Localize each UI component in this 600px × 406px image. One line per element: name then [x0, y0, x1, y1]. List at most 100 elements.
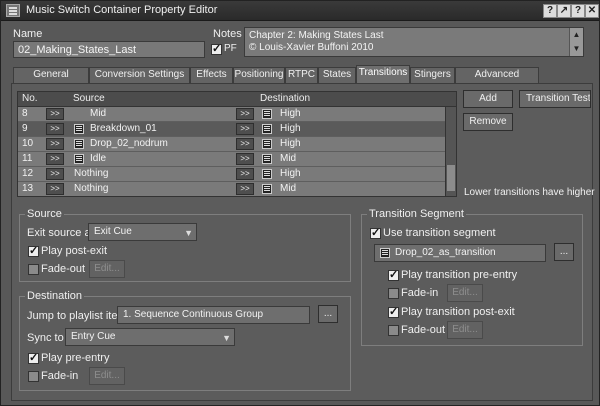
segment-fade-in-checkbox[interactable] — [388, 288, 399, 299]
transition-pre-entry-checkbox[interactable] — [388, 268, 399, 281]
title-bar[interactable]: Music Switch Container Property Editor ?… — [1, 1, 599, 21]
row-source: Nothing — [74, 183, 109, 194]
scroll-up-icon[interactable]: ▲ — [570, 28, 583, 42]
col-no-header[interactable]: No. — [22, 93, 38, 104]
tab-general-settings[interactable]: General Settings — [13, 67, 89, 94]
row-source: Nothing — [74, 168, 109, 179]
state-icon — [262, 109, 272, 119]
chevron-down-icon: ▼ — [222, 333, 231, 343]
transition-list-scrollbar[interactable] — [445, 107, 456, 196]
fade-in-label: Fade-in — [41, 370, 79, 382]
segment-fade-out-edit-button[interactable]: Edit... — [447, 321, 483, 339]
state-icon — [262, 184, 272, 194]
row-destination: Mid — [280, 153, 297, 164]
segment-browse-button[interactable]: ... — [554, 243, 574, 261]
sync-to-label: Sync to — [27, 332, 64, 344]
row-no: 13 — [22, 183, 34, 194]
transition-segment-title: Transition Segment — [367, 208, 466, 220]
exit-source-value: Exit Cue — [94, 226, 132, 237]
use-transition-segment-checkbox[interactable] — [370, 226, 381, 239]
close-icon[interactable]: ✕ — [585, 4, 599, 18]
playlist-browse-button[interactable]: ... — [318, 305, 338, 323]
destination-browse-arrow[interactable]: >> — [236, 183, 254, 195]
destination-browse-arrow[interactable]: >> — [236, 138, 254, 150]
source-browse-arrow[interactable]: >> — [46, 153, 64, 165]
segment-fade-in-label: Fade-in — [401, 287, 439, 299]
col-source-header[interactable]: Source — [73, 93, 105, 104]
row-no: 10 — [22, 138, 34, 149]
table-row[interactable]: 13 >> Nothing >> Mid — [18, 182, 446, 196]
playlist-item-field[interactable]: 1. Sequence Continuous Group — [117, 306, 310, 324]
transition-list-header: No. Source Destination — [18, 92, 456, 107]
tab-rtpc[interactable]: RTPC — [285, 67, 318, 83]
scroll-down-icon[interactable]: ▼ — [570, 42, 583, 56]
tab-advanced-settings[interactable]: Advanced Settings — [455, 67, 539, 94]
state-icon — [262, 169, 272, 179]
row-source: Idle — [90, 153, 107, 164]
context-help-icon[interactable]: ? — [571, 4, 585, 18]
add-button[interactable]: Add — [463, 90, 513, 108]
table-row[interactable]: 8 >> Mid >> High — [18, 107, 446, 122]
transition-post-exit-label: Play transition post-exit — [401, 306, 515, 318]
destination-browse-arrow[interactable]: >> — [236, 168, 254, 180]
exit-source-select[interactable]: Exit Cue ▼ — [88, 223, 197, 241]
segment-fade-in-edit-button[interactable]: Edit... — [447, 284, 483, 302]
playlist-item-value: 1. Sequence Continuous Group — [123, 309, 264, 320]
remove-button[interactable]: Remove — [463, 113, 513, 131]
source-browse-arrow[interactable]: >> — [46, 168, 64, 180]
tab-effects[interactable]: Effects — [190, 67, 233, 83]
tab-stingers[interactable]: Stingers — [410, 67, 455, 83]
chevron-down-icon: ▼ — [184, 228, 193, 238]
tab-conversion-settings[interactable]: Conversion Settings — [89, 67, 190, 83]
table-row[interactable]: 10 >> Drop_02_nodrum >> High — [18, 137, 446, 152]
play-pre-entry-checkbox[interactable] — [28, 351, 39, 364]
pf-checkbox[interactable] — [211, 42, 222, 55]
table-row[interactable]: 9 >> Breakdown_01 >> High — [18, 122, 446, 137]
transition-segment-field[interactable]: Drop_02_as_transition — [374, 244, 546, 262]
play-post-exit-label: Play post-exit — [41, 245, 108, 257]
name-field[interactable]: 02_Making_States_Last — [13, 41, 205, 58]
fade-in-edit-button[interactable]: Edit... — [89, 367, 125, 385]
notes-field[interactable]: Chapter 2: Making States Last © Louis-Xa… — [244, 27, 584, 57]
tab-transitions[interactable]: Transitions — [356, 65, 410, 84]
sync-to-value: Entry Cue — [71, 331, 116, 342]
col-destination-header[interactable]: Destination — [260, 93, 310, 104]
app-icon — [6, 4, 20, 17]
row-source: Breakdown_01 — [90, 123, 157, 134]
jump-to-label: Jump to playlist item — [27, 310, 127, 322]
priority-note: Lower transitions have higher — [464, 187, 595, 198]
fade-out-edit-button[interactable]: Edit... — [89, 260, 125, 278]
destination-browse-arrow[interactable]: >> — [236, 123, 254, 135]
destination-browse-arrow[interactable]: >> — [236, 108, 254, 120]
window-title: Music Switch Container Property Editor — [26, 4, 218, 16]
help-icon[interactable]: ? — [543, 4, 557, 18]
pin-icon[interactable]: ↗ — [557, 4, 571, 18]
table-row[interactable]: 11 >> Idle >> Mid — [18, 152, 446, 167]
fade-out-checkbox[interactable] — [28, 264, 39, 275]
state-icon — [262, 124, 272, 134]
notes-line-2: © Louis-Xavier Buffoni 2010 — [249, 42, 374, 53]
destination-browse-arrow[interactable]: >> — [236, 153, 254, 165]
source-browse-arrow[interactable]: >> — [46, 123, 64, 135]
source-browse-arrow[interactable]: >> — [46, 108, 64, 120]
tab-states[interactable]: States — [318, 67, 356, 83]
source-group-title: Source — [25, 208, 64, 220]
tab-positioning[interactable]: Positioning — [233, 67, 285, 83]
transition-post-exit-checkbox[interactable] — [388, 305, 399, 318]
fade-in-checkbox[interactable] — [28, 371, 39, 382]
notes-scrollbar[interactable]: ▲ ▼ — [569, 28, 583, 56]
row-destination: High — [280, 123, 301, 134]
transition-list[interactable]: No. Source Destination 8 >> Mid >> High … — [17, 91, 457, 197]
segment-icon — [74, 139, 84, 149]
table-row[interactable]: 12 >> Nothing >> High — [18, 167, 446, 182]
transition-test-button[interactable]: Transition Testi — [519, 90, 591, 108]
segment-fade-out-checkbox[interactable] — [388, 325, 399, 336]
scrollbar-thumb[interactable] — [447, 165, 455, 191]
segment-icon — [380, 248, 390, 258]
state-icon — [262, 139, 272, 149]
notes-label: Notes — [213, 28, 242, 40]
play-post-exit-checkbox[interactable] — [28, 244, 39, 257]
source-browse-arrow[interactable]: >> — [46, 183, 64, 195]
sync-to-select[interactable]: Entry Cue ▼ — [65, 328, 235, 346]
source-browse-arrow[interactable]: >> — [46, 138, 64, 150]
